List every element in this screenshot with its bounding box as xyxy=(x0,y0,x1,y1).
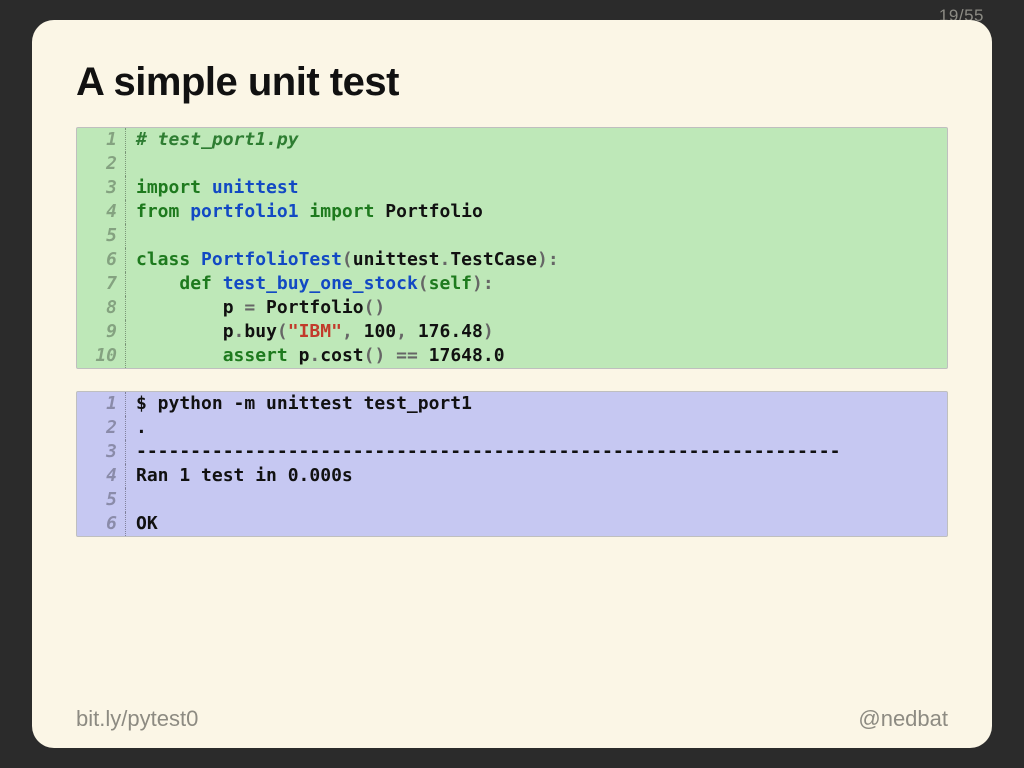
footer-handle[interactable]: @nedbat xyxy=(858,706,948,732)
line-number: 4 xyxy=(77,200,126,224)
line-number: 10 xyxy=(77,344,126,368)
code-line: 5 xyxy=(77,224,947,248)
line-content: Ran 1 test in 0.000s xyxy=(126,464,353,488)
line-number: 7 xyxy=(77,272,126,296)
slide-footer: bit.ly/pytest0 @nedbat xyxy=(76,706,948,732)
code-line: 2. xyxy=(77,416,947,440)
code-block-terminal: 1$ python -m unittest test_port12.3-----… xyxy=(76,391,948,537)
line-content: class PortfolioTest(unittest.TestCase): xyxy=(126,248,559,272)
line-number: 1 xyxy=(77,128,126,152)
line-content: p = Portfolio() xyxy=(126,296,385,320)
line-number: 5 xyxy=(77,488,126,512)
code-line: 3---------------------------------------… xyxy=(77,440,947,464)
line-content: . xyxy=(126,416,147,440)
code-line: 10 assert p.cost() == 17648.0 xyxy=(77,344,947,368)
line-content: import unittest xyxy=(126,176,299,200)
line-number: 2 xyxy=(77,152,126,176)
line-number: 3 xyxy=(77,176,126,200)
line-content: assert p.cost() == 17648.0 xyxy=(126,344,505,368)
line-content: from portfolio1 import Portfolio xyxy=(126,200,483,224)
footer-link[interactable]: bit.ly/pytest0 xyxy=(76,706,198,732)
code-line: 2 xyxy=(77,152,947,176)
line-number: 8 xyxy=(77,296,126,320)
line-content: def test_buy_one_stock(self): xyxy=(126,272,494,296)
code-line: 4Ran 1 test in 0.000s xyxy=(77,464,947,488)
line-content: ----------------------------------------… xyxy=(126,440,840,464)
slide-title: A simple unit test xyxy=(76,60,948,105)
code-line: 5 xyxy=(77,488,947,512)
line-content: $ python -m unittest test_port1 xyxy=(126,392,472,416)
line-number: 6 xyxy=(77,248,126,272)
line-number: 5 xyxy=(77,224,126,248)
line-number: 1 xyxy=(77,392,126,416)
code-line: 1# test_port1.py xyxy=(77,128,947,152)
line-number: 3 xyxy=(77,440,126,464)
code-line: 6class PortfolioTest(unittest.TestCase): xyxy=(77,248,947,272)
code-block-python: 1# test_port1.py23import unittest4from p… xyxy=(76,127,948,369)
line-number: 2 xyxy=(77,416,126,440)
line-number: 6 xyxy=(77,512,126,536)
code-line: 7 def test_buy_one_stock(self): xyxy=(77,272,947,296)
slide: A simple unit test 1# test_port1.py23imp… xyxy=(32,20,992,748)
line-content: # test_port1.py xyxy=(126,128,299,152)
line-content: p.buy("IBM", 100, 176.48) xyxy=(126,320,494,344)
code-line: 8 p = Portfolio() xyxy=(77,296,947,320)
presentation-stage: 19/55 A simple unit test 1# test_port1.p… xyxy=(0,0,1024,768)
line-content xyxy=(126,488,136,512)
line-content: OK xyxy=(126,512,158,536)
code-line: 3import unittest xyxy=(77,176,947,200)
code-line: 9 p.buy("IBM", 100, 176.48) xyxy=(77,320,947,344)
code-line: 6OK xyxy=(77,512,947,536)
code-line: 1$ python -m unittest test_port1 xyxy=(77,392,947,416)
line-content xyxy=(126,152,136,176)
line-number: 9 xyxy=(77,320,126,344)
code-line: 4from portfolio1 import Portfolio xyxy=(77,200,947,224)
footer-link-host: bit.ly xyxy=(76,706,121,731)
line-content xyxy=(126,224,136,248)
line-number: 4 xyxy=(77,464,126,488)
footer-link-path: pytest0 xyxy=(127,706,198,731)
